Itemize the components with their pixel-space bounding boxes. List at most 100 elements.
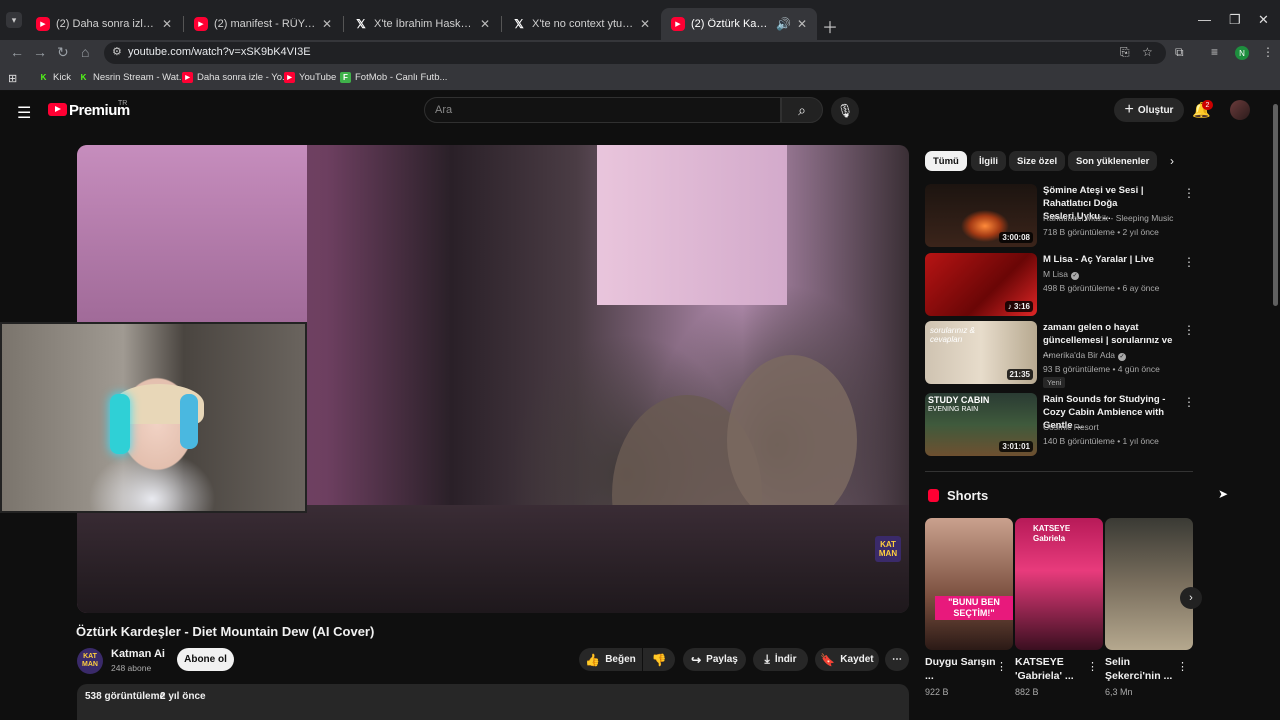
bookmark-label: FotMob - Canlı Futb...	[355, 72, 448, 83]
description-box[interactable]: 538 görüntüleme 2 yıl önce	[77, 684, 909, 720]
channel-avatar[interactable]: KAT MAN	[77, 648, 103, 674]
extensions-icon[interactable]: ⧉	[1175, 45, 1184, 60]
recommendation-meta: 93 B görüntüleme • 4 gün önce	[1043, 364, 1160, 374]
search-button[interactable]: ⌕	[781, 97, 823, 123]
plus-icon: +	[1124, 101, 1134, 118]
address-url[interactable]: youtube.com/watch?v=xSK9bK4VI3E	[128, 46, 311, 58]
close-icon[interactable]: ✕	[322, 17, 332, 31]
install-app-icon[interactable]: ⎘	[1120, 45, 1130, 60]
video-thumbnail[interactable]: STUDY CABIN EVENING RAIN 3:01:01	[925, 393, 1037, 456]
video-thumbnail[interactable]: sorularınız & cevapları 21:35	[925, 321, 1037, 384]
more-vertical-icon[interactable]: ⋮	[996, 660, 1007, 673]
short-title[interactable]: Selin Şekerci'nin ...	[1105, 655, 1177, 683]
back-icon[interactable]: ←	[10, 44, 24, 60]
video-thumbnail[interactable]: 3:00:08	[925, 184, 1037, 247]
bookmark-nesrin-stream[interactable]: K Nesrin Stream - Wat...	[78, 72, 187, 83]
short-thumbnail[interactable]: KATSEYE Gabriela	[1015, 518, 1103, 650]
browser-tab[interactable]: ▶ (2) Daha sonra izle - YouTube ✕	[26, 8, 182, 40]
webcam-scene	[180, 394, 198, 449]
chip-related[interactable]: İlgili	[971, 151, 1006, 171]
close-icon[interactable]: ✕	[480, 17, 490, 31]
scrollbar-thumb[interactable]	[1273, 104, 1278, 306]
video-duration: 3:00:08	[999, 232, 1033, 243]
recommendation-channel[interactable]: Rahatlatıcı Müzik - Sleeping Music	[1043, 213, 1173, 223]
recommendation-channel[interactable]: Cosmic Resort	[1043, 422, 1099, 432]
search-input[interactable]: Ara	[424, 97, 781, 123]
browser-tab[interactable]: ▶ (2) manifest - RÜYA | Special De ✕	[184, 8, 342, 40]
speaker-icon[interactable]: 🔊	[776, 17, 791, 31]
channel-name[interactable]: Katman Ai	[111, 648, 165, 660]
recommendation-channel[interactable]: M Lisa ✓	[1043, 269, 1080, 280]
recommendation-item[interactable]: STUDY CABIN EVENING RAIN 3:01:01 Rain So…	[925, 393, 1195, 457]
short-caption: KATSEYE Gabriela	[1033, 524, 1071, 543]
browser-menu-icon[interactable]: ⋮	[1262, 45, 1274, 59]
video-duration: 3:01:01	[999, 441, 1033, 452]
recommendation-meta: 140 B görüntüleme • 1 yıl önce	[1043, 436, 1159, 446]
channel-watermark[interactable]: KAT MAN	[875, 536, 901, 562]
recommendation-item[interactable]: sorularınız & cevapları 21:35 zamanı gel…	[925, 321, 1195, 388]
close-icon[interactable]: ✕	[797, 17, 807, 31]
short-thumbnail[interactable]: "BUNU BEN SEÇTİM!"	[925, 518, 1013, 650]
profile-avatar[interactable]: N	[1235, 46, 1249, 60]
download-button[interactable]: ⤓ İndir	[753, 648, 808, 671]
download-icon: ⤓	[764, 652, 770, 666]
window-close-icon[interactable]: ✕	[1258, 12, 1269, 28]
browser-tab-active[interactable]: ▶ (2) Öztürk Kardeşler - Diet 🔊 ✕	[661, 8, 817, 40]
short-title[interactable]: Duygu Sarışın ...	[925, 655, 997, 683]
video-thumbnail[interactable]: ♪ 3:16	[925, 253, 1037, 316]
more-vertical-icon[interactable]: ⋮	[1183, 255, 1195, 269]
restore-icon[interactable]: ❐	[1229, 12, 1241, 28]
account-avatar[interactable]	[1230, 100, 1250, 120]
new-tab-icon[interactable]: ＋	[822, 14, 838, 38]
chip-all[interactable]: Tümü	[925, 151, 967, 171]
share-button[interactable]: ↪ Paylaş	[683, 648, 746, 671]
more-vertical-icon[interactable]: ⋮	[1177, 660, 1188, 673]
more-actions-button[interactable]: ⋯	[885, 648, 909, 671]
recommendation-item[interactable]: 3:00:08 Şömine Ateşi ve Sesi | Rahatlatı…	[925, 184, 1195, 248]
x-icon: 𝕏	[514, 17, 524, 31]
more-vertical-icon[interactable]: ⋮	[1183, 395, 1195, 409]
bookmark-star-icon[interactable]: ☆	[1142, 45, 1153, 59]
browser-tab[interactable]: 𝕏 X'te no context ytu: "YKS'de 40 ✕	[502, 8, 660, 40]
more-vertical-icon[interactable]: ⋮	[1087, 660, 1098, 673]
tab-search-icon[interactable]: ▾	[6, 12, 22, 28]
chevron-right-icon[interactable]: ›	[1170, 154, 1174, 168]
chip-for-you[interactable]: Size özel	[1009, 151, 1066, 171]
home-icon[interactable]: ⌂	[81, 44, 89, 60]
forward-icon[interactable]: →	[33, 44, 47, 60]
close-icon[interactable]: ✕	[162, 17, 172, 31]
dislike-button[interactable]: 👎	[643, 648, 675, 671]
chip-recently-uploaded[interactable]: Son yüklenenler	[1068, 151, 1158, 171]
short-title[interactable]: KATSEYE 'Gabriela' ...	[1015, 655, 1087, 683]
apps-icon[interactable]: ⊞	[8, 72, 17, 85]
browser-tab[interactable]: 𝕏 X'te İbrahim Haskoloğlu: "Türki ✕	[344, 8, 500, 40]
thumbnail-caption: STUDY CABIN	[928, 395, 990, 405]
reload-icon[interactable]: ↻	[57, 44, 69, 61]
like-button[interactable]: 👍 Beğen	[579, 648, 642, 671]
subscribe-button[interactable]: Abone ol	[177, 648, 234, 671]
media-control-icon[interactable]: ≡	[1211, 45, 1218, 59]
save-button[interactable]: 🔖 Kaydet	[815, 648, 879, 671]
close-icon[interactable]: ✕	[640, 17, 650, 31]
bookmarks-bar: ⊞ K Kick K Nesrin Stream - Wat... ▶ Daha…	[0, 67, 1280, 91]
recommendation-title[interactable]: M Lisa - Aç Yaralar | Live	[1043, 253, 1177, 266]
youtube-logo-icon[interactable]	[48, 103, 67, 116]
bookmark-watch-later[interactable]: ▶ Daha sonra izle - Yo...	[182, 72, 290, 83]
chevron-right-icon[interactable]: ›	[1180, 587, 1202, 609]
more-vertical-icon[interactable]: ⋮	[1183, 323, 1195, 337]
create-button[interactable]: + Oluştur	[1114, 98, 1184, 122]
site-info-icon[interactable]: ⚙	[112, 45, 122, 58]
minimize-icon[interactable]: —	[1198, 12, 1211, 27]
address-bar[interactable]: ⚙ youtube.com/watch?v=xSK9bK4VI3E	[104, 42, 1166, 64]
bookmark-label: YouTube	[299, 72, 337, 83]
recommendation-channel[interactable]: Amerika'da Bir Ada ✓	[1043, 350, 1127, 361]
bookmark-kick[interactable]: K Kick	[38, 72, 71, 83]
voice-search-button[interactable]: 🎙	[831, 97, 859, 125]
recommendation-item[interactable]: ♪ 3:16 M Lisa - Aç Yaralar | Live M Lisa…	[925, 253, 1195, 317]
menu-icon[interactable]: ☰	[17, 103, 31, 123]
more-vertical-icon[interactable]: ⋮	[1183, 186, 1195, 200]
bookmark-fotmob[interactable]: F FotMob - Canlı Futb...	[340, 72, 447, 83]
bookmark-youtube[interactable]: ▶ YouTube	[284, 72, 336, 83]
youtube-icon: ▶	[194, 17, 208, 31]
short-thumbnail[interactable]	[1105, 518, 1193, 650]
